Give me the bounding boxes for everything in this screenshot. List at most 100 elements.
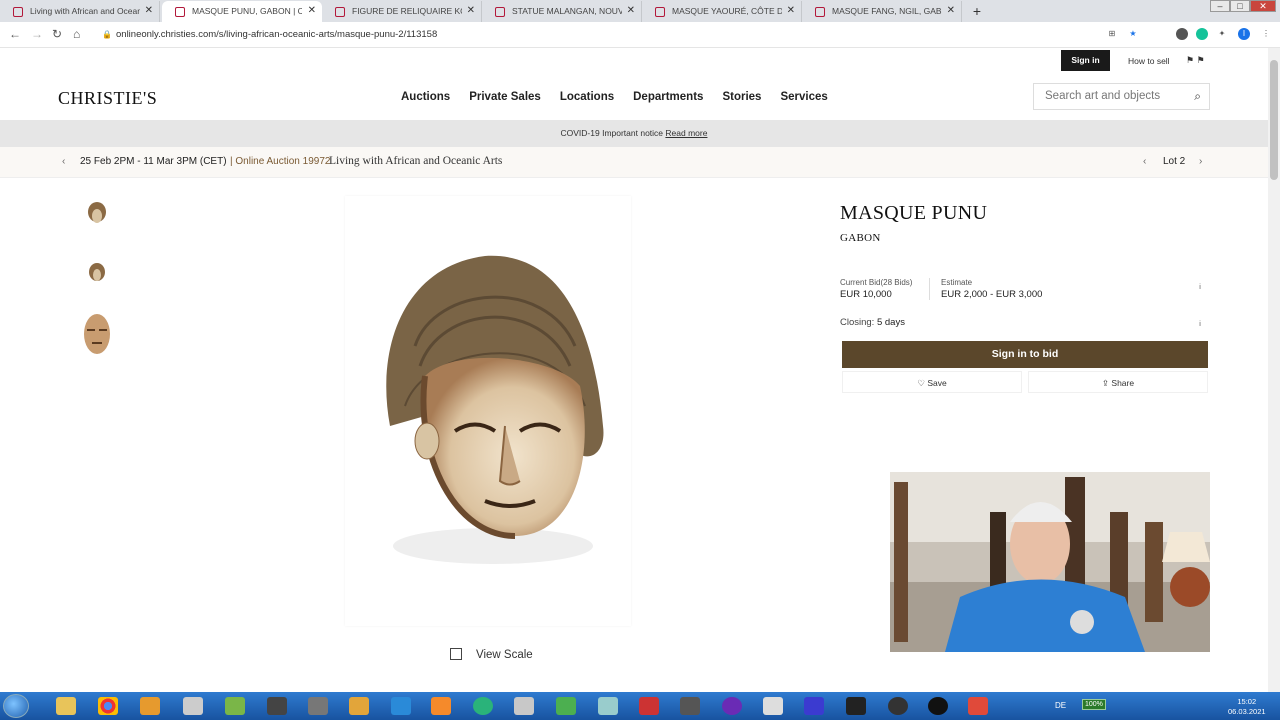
- extension-icon[interactable]: [1176, 28, 1188, 40]
- sign-in-button[interactable]: Sign in: [1061, 50, 1110, 71]
- new-tab-button[interactable]: +: [968, 2, 986, 20]
- covid-notice: COVID-19 Important notice Read more: [0, 120, 1268, 147]
- browser-tab[interactable]: FIGURE DE RELIQUAIRE KOTA-OB ✕: [322, 1, 482, 22]
- prev-lot-icon[interactable]: ‹: [1143, 156, 1146, 167]
- edge-icon[interactable]: [391, 697, 411, 715]
- maximize-icon[interactable]: □: [1230, 0, 1250, 12]
- grammarly-icon[interactable]: [473, 697, 493, 715]
- share-icon: ⇪: [1101, 378, 1110, 388]
- url-text: onlineonly.christies.com/s/living-africa…: [116, 29, 438, 40]
- app-icon[interactable]: [183, 697, 203, 715]
- obs-icon[interactable]: [928, 697, 948, 715]
- notice-read-more-link[interactable]: Read more: [665, 128, 707, 138]
- app-icon[interactable]: [888, 697, 908, 715]
- language-selector[interactable]: ⚑ ⚑: [1186, 55, 1205, 66]
- close-window-icon[interactable]: ✕: [1250, 0, 1276, 12]
- url-field[interactable]: 🔒 onlineonly.christies.com/s/living-afri…: [100, 26, 1100, 44]
- app-icon[interactable]: [349, 697, 369, 715]
- next-lot-icon[interactable]: ›: [1199, 156, 1202, 167]
- app-icon[interactable]: [846, 697, 866, 715]
- translate-icon[interactable]: ⊞: [1106, 28, 1118, 40]
- nav-services[interactable]: Services: [780, 91, 827, 103]
- system-tray: DE 100% 15:02 06.03.2021: [1050, 692, 1280, 720]
- clock[interactable]: 15:02 06.03.2021: [1228, 697, 1266, 717]
- app-icon[interactable]: [722, 697, 742, 715]
- start-button[interactable]: [3, 694, 29, 718]
- sign-in-to-bid-button[interactable]: Sign in to bid: [842, 341, 1208, 368]
- app-icon[interactable]: [140, 697, 160, 715]
- scrollbar[interactable]: [1268, 48, 1280, 692]
- chrome-icon[interactable]: [98, 697, 118, 715]
- menu-dots-icon[interactable]: ⋮: [1260, 28, 1272, 40]
- home-icon[interactable]: ⌂: [73, 27, 80, 41]
- grammarly-icon[interactable]: [1196, 28, 1208, 40]
- close-icon[interactable]: ✕: [787, 5, 795, 16]
- thumbnail-image[interactable]: [82, 254, 112, 294]
- nav-stories[interactable]: Stories: [722, 91, 761, 103]
- heart-icon: ♡: [917, 378, 925, 388]
- search-input[interactable]: Search art and objects ⌕: [1033, 83, 1210, 110]
- lot-number: Lot 2: [1163, 156, 1186, 167]
- nav-private-sales[interactable]: Private Sales: [469, 91, 541, 103]
- browser-tab[interactable]: Living with African and Oceanic A ✕: [0, 1, 160, 22]
- profile-avatar[interactable]: I: [1238, 28, 1250, 40]
- thumbnail-image[interactable]: [82, 194, 112, 234]
- close-icon[interactable]: ✕: [308, 5, 316, 16]
- app-icon[interactable]: [804, 697, 824, 715]
- scrollbar-thumb[interactable]: [1270, 60, 1278, 180]
- app-icon[interactable]: [514, 697, 534, 715]
- info-icon[interactable]: i: [1196, 284, 1204, 292]
- nav-locations[interactable]: Locations: [560, 91, 614, 103]
- browser-tab-strip: Living with African and Oceanic A ✕ MASQ…: [0, 0, 1280, 22]
- browser-tab[interactable]: MASQUE FANG, NGIL, GABON | C ✕: [802, 1, 962, 22]
- share-button[interactable]: ⇪ Share: [1028, 371, 1208, 393]
- auction-name-link[interactable]: Living with African and Oceanic Arts: [329, 155, 502, 167]
- forward-icon[interactable]: →: [31, 27, 43, 41]
- bookmark-star-icon[interactable]: ★: [1127, 28, 1139, 40]
- nav-auctions[interactable]: Auctions: [401, 91, 450, 103]
- browser-tab[interactable]: MASQUE YAOURÉ, CÔTE D'IVOIR ✕: [642, 1, 802, 22]
- christies-favicon-icon: [335, 7, 345, 17]
- reload-icon[interactable]: ↻: [52, 27, 62, 41]
- save-button[interactable]: ♡ Save: [842, 371, 1022, 393]
- thumbnail-image[interactable]: [82, 312, 112, 354]
- puzzle-icon[interactable]: ✦: [1216, 28, 1228, 40]
- app-icon[interactable]: [431, 697, 451, 715]
- search-icon[interactable]: ⌕: [1194, 89, 1201, 104]
- app-icon[interactable]: [968, 697, 988, 715]
- view-scale-label: View Scale: [476, 649, 533, 661]
- chevron-left-icon[interactable]: ‹: [62, 156, 65, 167]
- browser-tab-active[interactable]: MASQUE PUNU, GABON | Christi ✕: [162, 1, 322, 22]
- lot-title: MASQUE PUNU: [840, 202, 988, 224]
- app-icon[interactable]: [267, 697, 287, 715]
- language-indicator[interactable]: DE: [1055, 701, 1066, 710]
- app-icon[interactable]: [556, 697, 576, 715]
- christies-favicon-icon: [175, 7, 185, 17]
- back-icon[interactable]: ←: [9, 27, 21, 41]
- app-icon[interactable]: [763, 697, 783, 715]
- battery-indicator[interactable]: 100%: [1082, 699, 1106, 710]
- minimize-icon[interactable]: –: [1210, 0, 1230, 12]
- info-icon[interactable]: i: [1196, 321, 1204, 329]
- browser-tab[interactable]: STATUE MALANGAN, NOUVELLE- ✕: [482, 1, 642, 22]
- close-icon[interactable]: ✕: [145, 5, 153, 16]
- file-explorer-icon[interactable]: [56, 697, 76, 715]
- close-icon[interactable]: ✕: [467, 5, 475, 16]
- nav-departments[interactable]: Departments: [633, 91, 703, 103]
- app-icon[interactable]: [598, 697, 618, 715]
- share-label: Share: [1111, 378, 1135, 388]
- app-icon[interactable]: [639, 697, 659, 715]
- christies-logo[interactable]: CHRISTIE'S: [58, 88, 157, 109]
- lot-main-image[interactable]: [345, 196, 631, 626]
- view-scale-button[interactable]: View Scale: [450, 648, 533, 661]
- lot-navigation-bar: ‹ 25 Feb 2PM - 11 Mar 3PM (CET) | Online…: [0, 147, 1268, 178]
- app-icon[interactable]: [308, 697, 328, 715]
- utility-bar: Sign in How to sell ⚑ ⚑: [0, 48, 1268, 74]
- how-to-sell-link[interactable]: How to sell: [1128, 56, 1170, 66]
- scale-icon: [450, 648, 462, 660]
- main-nav: Auctions Private Sales Locations Departm…: [401, 91, 847, 103]
- app-icon[interactable]: [680, 697, 700, 715]
- close-icon[interactable]: ✕: [947, 5, 955, 16]
- close-icon[interactable]: ✕: [627, 5, 635, 16]
- app-icon[interactable]: [225, 697, 245, 715]
